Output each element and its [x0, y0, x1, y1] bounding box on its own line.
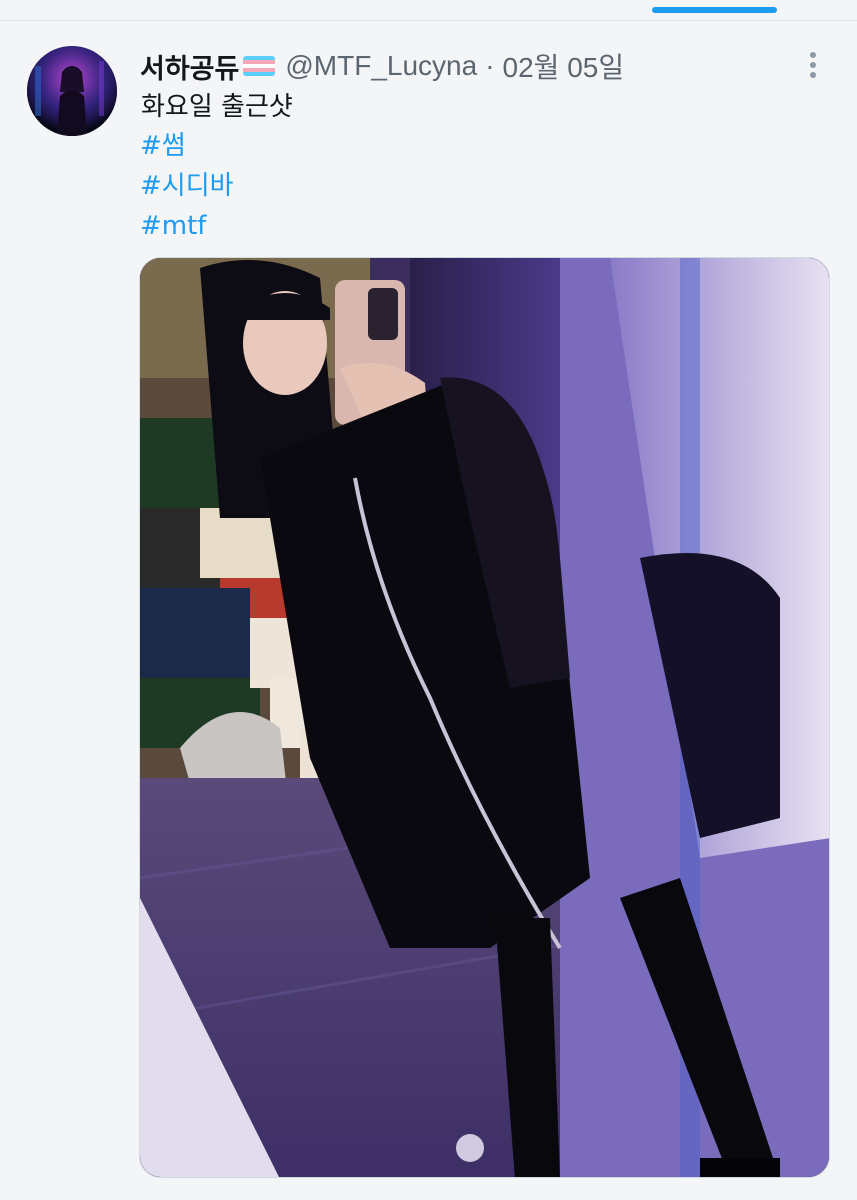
tweet-photo[interactable]: [139, 257, 830, 1178]
user-handle[interactable]: @MTF_Lucyna: [285, 50, 477, 82]
hashtag-link[interactable]: #시디바: [140, 166, 234, 206]
hashtag-list: #썸 #시디바 #mtf: [140, 126, 234, 246]
mirror-selfie-photo: [140, 258, 829, 1177]
avatar-silhouette-icon: [27, 46, 117, 136]
separator-dot: ·: [485, 50, 495, 81]
tweet-date[interactable]: 02월 05일: [503, 46, 625, 86]
tweet-text: 화요일 출근샷: [141, 92, 293, 122]
tweet-header: 서하공듀 @MTF_Lucyna · 02월 05일: [140, 46, 625, 86]
more-options-icon[interactable]: [806, 50, 820, 80]
hashtag-link[interactable]: #썸: [140, 126, 234, 166]
top-tab-bar: [0, 0, 857, 21]
active-tab-indicator[interactable]: [652, 7, 777, 13]
avatar[interactable]: [27, 46, 117, 136]
display-name[interactable]: 서하공듀: [140, 47, 239, 86]
tweet-screen: 서하공듀 @MTF_Lucyna · 02월 05일 화요일 출근샷 #썸 #시…: [0, 0, 857, 1200]
transgender-flag-icon: [243, 56, 276, 76]
hashtag-link[interactable]: #mtf: [140, 206, 234, 246]
